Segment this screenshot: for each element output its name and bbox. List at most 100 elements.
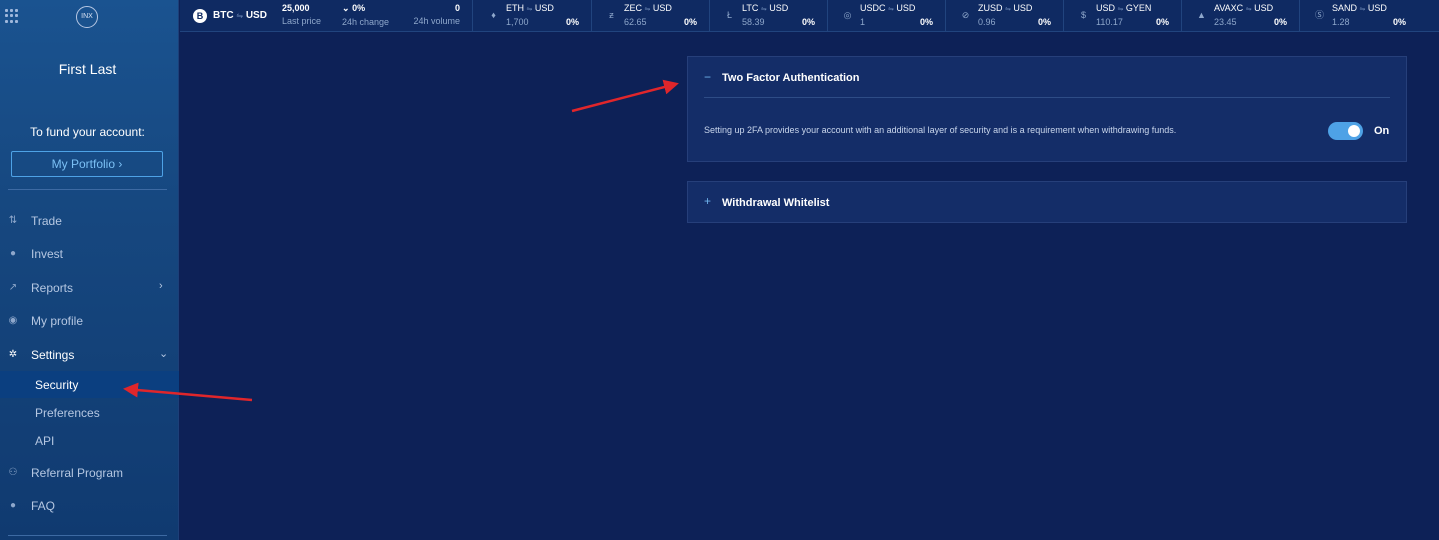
gear-icon: ✲ bbox=[8, 349, 18, 360]
sidebar-item-reports[interactable]: ↗ Reports › bbox=[0, 274, 179, 302]
bitcoin-icon: B bbox=[193, 9, 207, 23]
panel-divider bbox=[704, 97, 1390, 98]
two-factor-title[interactable]: Two Factor Authentication bbox=[722, 72, 860, 84]
sidebar-subitem-security[interactable]: Security bbox=[0, 371, 179, 398]
swap-icon: ⇋ bbox=[888, 6, 894, 13]
pair-quote: USD bbox=[245, 10, 267, 21]
sidebar: INX First Last To fund your account: My … bbox=[0, 0, 179, 540]
pair-price: 62.65 bbox=[624, 17, 647, 27]
swap-icon: ⇋ bbox=[1005, 6, 1011, 13]
pair-change: 0% bbox=[1273, 17, 1287, 27]
sidebar-subitem-api[interactable]: API bbox=[0, 427, 179, 454]
swap-icon: ⇋ bbox=[644, 6, 651, 13]
pair-change: 0% bbox=[683, 17, 697, 27]
ticker-pair-eth[interactable]: ♦ ETH ⇋ USD 1,700 0% bbox=[474, 0, 592, 32]
ticker-main-pair[interactable]: B BTC ⇋ USD 25,000 Last price ⌄ 0% 24h c… bbox=[180, 0, 473, 32]
sidebar-subitem-label: Preferences bbox=[35, 406, 100, 420]
referral-icon: ⚇ bbox=[8, 467, 18, 478]
change-value-text: 0% bbox=[352, 3, 366, 13]
two-factor-description: Setting up 2FA provides your account wit… bbox=[704, 125, 1177, 135]
apps-grid-icon[interactable] bbox=[5, 9, 19, 23]
pair-price: 110.17 bbox=[1096, 17, 1123, 27]
swap-icon: ⇋ bbox=[1245, 6, 1252, 13]
chevron-right-icon: › bbox=[159, 280, 163, 292]
switch-knob bbox=[1348, 125, 1360, 137]
sidebar-item-label: Reports bbox=[31, 281, 74, 295]
profile-icon: ◉ bbox=[8, 315, 18, 326]
pair-label: AVAXC ⇋ USD bbox=[1214, 3, 1273, 13]
pair-base: BTC bbox=[213, 10, 234, 21]
sidebar-item-trade[interactable]: ⇅ Trade bbox=[0, 207, 179, 235]
pair-base: USDC bbox=[860, 3, 886, 13]
ticker-pair-usdc[interactable]: ◎ USDC ⇋ USD 1 0% bbox=[828, 0, 946, 32]
pair-price: 1.28 bbox=[1332, 17, 1350, 27]
litecoin-icon: Ł bbox=[726, 10, 732, 20]
my-portfolio-button[interactable]: My Portfolio › bbox=[11, 151, 163, 177]
two-factor-switch[interactable] bbox=[1328, 122, 1363, 140]
sidebar-item-settings[interactable]: ✲ Settings ⌄ bbox=[0, 341, 179, 369]
sidebar-header: INX bbox=[0, 0, 179, 34]
sidebar-subitem-preferences[interactable]: Preferences bbox=[0, 399, 179, 426]
swap-icon: ⇋ bbox=[1359, 6, 1366, 13]
chevron-down-icon: ⌄ bbox=[159, 348, 169, 360]
ticker-main-pair-label: BTC ⇋ USD bbox=[213, 10, 267, 21]
change-label: 24h change bbox=[342, 17, 390, 27]
pair-change: 0% bbox=[1392, 17, 1406, 27]
sidebar-item-label: Referral Program bbox=[31, 466, 124, 480]
sidebar-item-label: Settings bbox=[31, 348, 75, 362]
ticker-bar: B BTC ⇋ USD 25,000 Last price ⌄ 0% 24h c… bbox=[180, 0, 1439, 32]
pair-quote: USD bbox=[769, 3, 789, 13]
sidebar-item-faq[interactable]: ● FAQ bbox=[0, 492, 179, 520]
change-value: ⌄ 0% bbox=[342, 3, 389, 14]
ticker-pair-zec[interactable]: ƶ ZEC ⇋ USD 62.65 0% bbox=[592, 0, 710, 32]
sidebar-item-referral-program[interactable]: ⚇ Referral Program bbox=[0, 459, 179, 487]
ticker-pair-avaxc[interactable]: ▲ AVAXC ⇋ USD 23.45 0% bbox=[1182, 0, 1300, 32]
sidebar-item-label: Trade bbox=[31, 214, 62, 228]
pair-label: ZEC ⇋ USD bbox=[624, 3, 672, 13]
sidebar-subitem-label: API bbox=[35, 434, 55, 448]
arrow-to-two-factor bbox=[571, 79, 679, 113]
swap-icon: ⇋ bbox=[236, 11, 244, 20]
ticker-pair-ltc[interactable]: Ł LTC ⇋ USD 58.39 0% bbox=[710, 0, 828, 32]
pair-base: ZUSD bbox=[978, 3, 1003, 13]
ticker-pair-usd-gyen[interactable]: $ USD ⇋ GYEN 110.17 0% bbox=[1064, 0, 1182, 32]
pair-change: 0% bbox=[919, 17, 933, 27]
pair-quote: GYEN bbox=[1125, 3, 1152, 13]
inx-logo[interactable]: INX bbox=[76, 6, 98, 28]
ethereum-icon: ♦ bbox=[491, 10, 496, 20]
volume-value: 0 bbox=[454, 3, 460, 13]
pair-base: SAND bbox=[1332, 3, 1358, 13]
pair-quote: USD bbox=[652, 3, 672, 13]
swap-icon: ⇋ bbox=[1117, 6, 1124, 13]
reports-icon: ↗ bbox=[8, 282, 18, 293]
withdrawal-whitelist-panel[interactable]: + Withdrawal Whitelist bbox=[687, 181, 1407, 223]
pair-label: LTC ⇋ USD bbox=[742, 3, 788, 13]
expand-toggle[interactable]: + bbox=[704, 194, 711, 208]
volume-label: 24h volume bbox=[413, 16, 460, 26]
sidebar-item-invest[interactable]: ● Invest bbox=[0, 240, 179, 268]
ticker-pair-sand[interactable]: Ⓢ SAND ⇋ USD 1.28 0% bbox=[1300, 0, 1418, 32]
avalanche-icon: ▲ bbox=[1197, 10, 1206, 20]
pair-label: USD ⇋ GYEN bbox=[1096, 3, 1151, 13]
pair-quote: USD bbox=[1254, 3, 1274, 13]
sidebar-subitem-label: Security bbox=[35, 378, 79, 392]
pair-label: ETH ⇋ USD bbox=[506, 3, 554, 13]
trade-icon: ⇅ bbox=[8, 215, 18, 226]
pair-quote: USD bbox=[1367, 3, 1387, 13]
sand-icon: Ⓢ bbox=[1314, 10, 1324, 20]
collapse-toggle[interactable]: − bbox=[704, 70, 711, 84]
sidebar-item-my-profile[interactable]: ◉ My profile bbox=[0, 307, 179, 335]
usdc-icon: ◎ bbox=[843, 10, 852, 20]
withdrawal-whitelist-title[interactable]: Withdrawal Whitelist bbox=[722, 197, 829, 209]
ticker-pair-zusd[interactable]: ⊘ ZUSD ⇋ USD 0.96 0% bbox=[946, 0, 1064, 32]
sidebar-item-label: My profile bbox=[31, 314, 84, 328]
faq-icon: ● bbox=[9, 500, 17, 511]
pair-change: 0% bbox=[1155, 17, 1169, 27]
invest-icon: ● bbox=[9, 248, 17, 259]
fund-account-label: To fund your account: bbox=[30, 125, 145, 139]
zcash-icon: ƶ bbox=[609, 10, 614, 20]
pair-price: 58.39 bbox=[742, 17, 765, 27]
pair-base: ETH bbox=[506, 3, 524, 13]
pair-price: 23.45 bbox=[1214, 17, 1237, 27]
zusd-icon: ⊘ bbox=[961, 10, 970, 20]
